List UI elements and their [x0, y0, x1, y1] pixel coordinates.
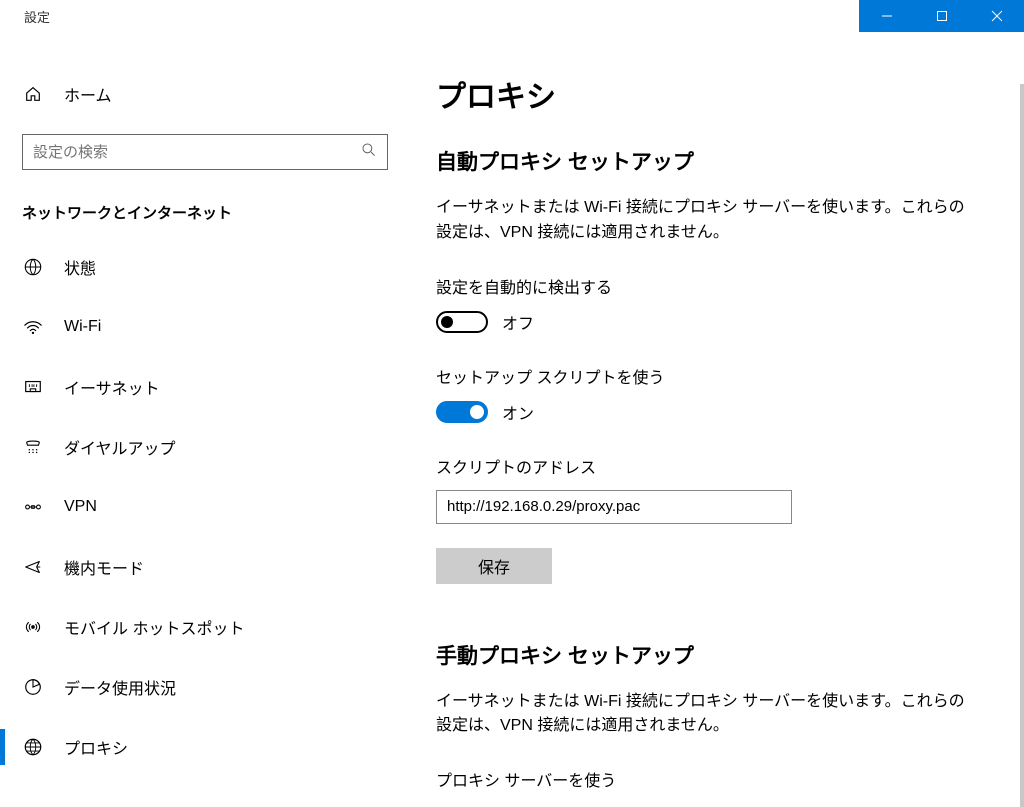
sidebar-item-wifi[interactable]: Wi-Fi [0, 297, 410, 357]
search-box[interactable] [22, 134, 388, 170]
proxy-icon [22, 737, 44, 757]
use-script-label: セットアップ スクリプトを使う [436, 364, 994, 388]
sidebar-item-label: 状態 [64, 255, 96, 279]
titlebar: 設定 [0, 0, 1024, 32]
dialup-icon [22, 437, 44, 457]
use-script-state: オン [502, 400, 534, 424]
sidebar-item-ethernet[interactable]: イーサネット [0, 357, 410, 417]
sidebar-item-label: VPN [64, 498, 97, 516]
sidebar-item-label: イーサネット [64, 375, 160, 399]
sidebar-item-dialup[interactable]: ダイヤルアップ [0, 417, 410, 477]
sidebar: ホーム ネットワークとインターネット 状態 Wi-Fi イーサネット [0, 32, 410, 807]
vpn-icon [22, 497, 44, 517]
sidebar-item-label: 機内モード [64, 555, 144, 579]
hotspot-icon [22, 617, 44, 637]
scrollbar[interactable] [1020, 84, 1024, 807]
wifi-icon [22, 317, 44, 337]
use-script-toggle[interactable] [436, 401, 488, 423]
auto-detect-label: 設定を自動的に検出する [436, 274, 994, 298]
nav-home-label: ホーム [64, 82, 112, 106]
page-title: プロキシ [436, 72, 994, 116]
home-icon [22, 85, 44, 103]
minimize-button[interactable] [859, 0, 914, 32]
auto-proxy-description: イーサネットまたは Wi-Fi 接続にプロキシ サーバーを使います。これらの設定… [436, 196, 976, 246]
manual-proxy-description: イーサネットまたは Wi-Fi 接続にプロキシ サーバーを使います。これらの設定… [436, 690, 976, 740]
data-usage-icon [22, 677, 44, 697]
save-button[interactable]: 保存 [436, 548, 552, 584]
sidebar-item-label: データ使用状況 [64, 675, 176, 699]
use-proxy-label: プロキシ サーバーを使う [436, 767, 994, 791]
sidebar-item-airplane[interactable]: 機内モード [0, 537, 410, 597]
sidebar-item-data-usage[interactable]: データ使用状況 [0, 657, 410, 717]
sidebar-section-header: ネットワークとインターネット [0, 190, 410, 237]
ethernet-icon [22, 377, 44, 397]
window-title: 設定 [0, 7, 50, 26]
sidebar-item-label: Wi-Fi [64, 318, 101, 336]
sidebar-item-label: モバイル ホットスポット [64, 615, 244, 639]
auto-detect-toggle[interactable] [436, 311, 488, 333]
auto-proxy-heading: 自動プロキシ セットアップ [436, 146, 994, 176]
status-icon [22, 257, 44, 277]
sidebar-item-label: プロキシ [64, 735, 128, 759]
script-address-label: スクリプトのアドレス [436, 454, 994, 478]
sidebar-item-label: ダイヤルアップ [64, 435, 176, 459]
script-address-input[interactable] [436, 490, 792, 524]
maximize-button[interactable] [914, 0, 969, 32]
sidebar-item-status[interactable]: 状態 [0, 237, 410, 297]
sidebar-item-proxy[interactable]: プロキシ [0, 717, 410, 777]
auto-detect-state: オフ [502, 310, 534, 334]
nav-home[interactable]: ホーム [0, 72, 410, 116]
window-controls [859, 0, 1024, 32]
search-input[interactable] [33, 144, 361, 161]
airplane-icon [22, 557, 44, 577]
manual-proxy-heading: 手動プロキシ セットアップ [436, 640, 994, 670]
sidebar-item-hotspot[interactable]: モバイル ホットスポット [0, 597, 410, 657]
sidebar-item-vpn[interactable]: VPN [0, 477, 410, 537]
search-icon [361, 142, 377, 162]
close-button[interactable] [969, 0, 1024, 32]
main-panel: プロキシ 自動プロキシ セットアップ イーサネットまたは Wi-Fi 接続にプロ… [410, 32, 1024, 807]
